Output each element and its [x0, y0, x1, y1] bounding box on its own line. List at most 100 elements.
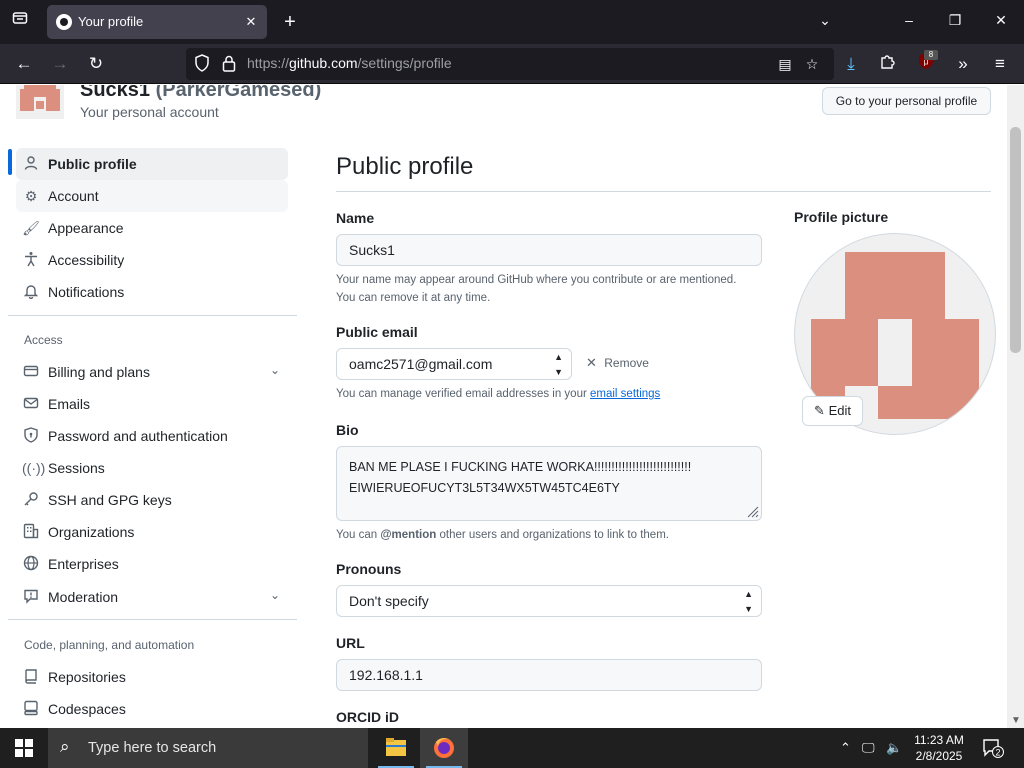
select-arrows-icon: ▲ ▼	[554, 352, 563, 377]
sidebar-item-appearance[interactable]: 🖌 Appearance	[16, 212, 288, 244]
extension-badge: 8	[924, 50, 938, 60]
sidebar-item-label: Repositories	[48, 669, 126, 685]
sidebar-divider	[8, 315, 297, 316]
sidebar-item-public-profile[interactable]: Public profile	[16, 148, 288, 180]
shield-lock-icon	[22, 427, 40, 445]
sidebar-item-label: Accessibility	[48, 252, 125, 268]
key-icon	[22, 491, 40, 509]
windows-taskbar: ⌕ Type here to search ⌃ 🖵 🔈 11:23 AM 2/8…	[0, 728, 1024, 768]
profile-picture-label: Profile picture	[794, 209, 889, 225]
name-input[interactable]: Sucks1	[336, 234, 762, 266]
bio-textarea[interactable]: BAN ME PLASE I FUCKING HATE WORKA!!!!!!!…	[336, 446, 762, 521]
tray-chevron-icon[interactable]: ⌃	[840, 740, 851, 756]
back-button[interactable]: ←	[12, 52, 36, 76]
repo-icon	[22, 668, 40, 686]
name-label: Name	[336, 210, 375, 226]
bell-icon	[22, 283, 40, 301]
more-tools-chevron-icon[interactable]: »	[951, 52, 975, 76]
email-settings-link[interactable]: email settings	[590, 388, 660, 400]
file-explorer-taskbar-icon[interactable]	[372, 728, 420, 768]
url-text[interactable]: https://github.com/settings/profile	[247, 55, 452, 71]
gear-icon: ⚙	[24, 188, 38, 204]
close-tab-icon[interactable]: ✕	[241, 12, 261, 32]
sidebar-item-emails[interactable]: Emails	[16, 388, 288, 420]
account-name[interactable]: Sucks1 (ParkerGamesed)	[80, 85, 321, 102]
new-tab-button[interactable]: +	[280, 10, 300, 34]
scroll-down-arrow-icon[interactable]: ▼	[1011, 715, 1021, 726]
downloads-icon[interactable]: ⤓	[839, 52, 863, 76]
sidebar-item-repositories[interactable]: Repositories	[16, 661, 288, 693]
tab-list-icon[interactable]	[8, 10, 32, 34]
chevron-down-icon[interactable]: ⌄	[270, 588, 280, 602]
personal-profile-button[interactable]: Go to your personal profile	[822, 87, 991, 115]
pronouns-select[interactable]: Don't specify ▲ ▼	[336, 585, 762, 617]
sidebar-item-codespaces[interactable]: Codespaces	[16, 693, 288, 725]
windows-start-icon[interactable]	[15, 739, 33, 757]
sidebar-item-account[interactable]: ⚙ Account	[16, 180, 288, 212]
reload-button[interactable]: ↻	[84, 52, 108, 76]
broadcast-icon: ((·))	[22, 460, 46, 476]
x-icon: ✕	[586, 355, 597, 370]
sidebar-item-sessions[interactable]: ((·)) Sessions	[16, 452, 288, 484]
taskbar-search-box[interactable]: ⌕ Type here to search	[48, 728, 368, 768]
bio-note: You can @mention other users and organiz…	[336, 529, 669, 541]
lock-icon[interactable]	[220, 54, 238, 74]
globe-icon	[22, 555, 40, 573]
sidebar-item-label: Public profile	[48, 156, 137, 172]
sidebar-item-password[interactable]: Password and authentication	[16, 420, 288, 452]
active-indicator	[8, 149, 12, 175]
sidebar-item-label: Organizations	[48, 524, 135, 540]
sidebar-item-label: Moderation	[48, 589, 119, 605]
notifications-icon[interactable]: 2	[982, 738, 1004, 761]
restore-button[interactable]: ❐	[945, 12, 965, 29]
system-clock[interactable]: 11:23 AM 2/8/2025	[908, 732, 970, 764]
search-icon: ⌕	[60, 737, 70, 756]
network-icon[interactable]: 🖵	[862, 740, 875, 756]
chevron-down-icon[interactable]: ⌄	[270, 363, 280, 377]
sidebar-item-label: Codespaces	[48, 701, 126, 717]
page-title: Public profile	[336, 153, 474, 180]
clock-time: 11:23 AM	[914, 733, 964, 747]
resize-grip-icon[interactable]	[745, 504, 759, 518]
sidebar-item-billing[interactable]: Billing and plans ⌄	[16, 356, 288, 388]
page-scrollbar[interactable]: ▼	[1007, 85, 1024, 728]
sidebar-item-label: SSH and GPG keys	[48, 492, 172, 508]
codespaces-icon	[22, 700, 40, 718]
tracking-shield-icon[interactable]	[193, 54, 211, 74]
sidebar-item-accessibility[interactable]: Accessibility	[16, 244, 288, 276]
sidebar-item-label: Sessions	[48, 460, 105, 476]
forward-button[interactable]: →	[48, 52, 72, 76]
address-bar[interactable]: https://github.com/settings/profile ▤ ☆	[186, 48, 834, 80]
browser-tab-active[interactable]: Your profile ✕	[47, 5, 267, 39]
sidebar-item-enterprises[interactable]: Enterprises	[16, 548, 288, 580]
account-avatar[interactable]	[16, 85, 64, 119]
sidebar-item-label: Emails	[48, 396, 91, 412]
pronouns-label: Pronouns	[336, 561, 402, 577]
pencil-icon: ✎	[814, 403, 825, 418]
url-input[interactable]: 192.168.1.1	[336, 659, 762, 691]
volume-muted-icon[interactable]: 🔈	[886, 740, 902, 756]
reader-view-icon[interactable]: ▤	[776, 54, 794, 74]
scrollbar-thumb[interactable]	[1010, 127, 1021, 353]
sidebar-item-organizations[interactable]: Organizations	[16, 516, 288, 548]
tab-title: Your profile	[78, 14, 144, 29]
bio-label: Bio	[336, 422, 359, 438]
select-arrows-icon: ▲ ▼	[744, 589, 753, 614]
sidebar-item-moderation[interactable]: Moderation ⌄	[16, 581, 288, 613]
remove-email-button[interactable]: ✕ Remove	[586, 355, 649, 371]
tab-overflow-chevron-icon[interactable]: ⌄	[815, 12, 835, 29]
firefox-taskbar-icon[interactable]	[420, 728, 468, 768]
public-email-select[interactable]: oamc2571@gmail.com ▲ ▼	[336, 348, 572, 380]
sidebar-item-ssh-gpg[interactable]: SSH and GPG keys	[16, 484, 288, 516]
title-divider	[336, 191, 991, 192]
notification-count: 2	[995, 748, 1000, 758]
minimize-button[interactable]: –	[899, 12, 919, 28]
extensions-puzzle-icon[interactable]	[876, 52, 900, 76]
sidebar-item-notifications[interactable]: Notifications	[16, 276, 288, 308]
bookmark-star-icon[interactable]: ☆	[803, 54, 821, 74]
sidebar-heading-code: Code, planning, and automation	[24, 638, 195, 652]
hamburger-menu-icon[interactable]: ≡	[988, 52, 1012, 76]
edit-avatar-button[interactable]: ✎ Edit	[802, 396, 863, 426]
accessibility-icon	[22, 251, 40, 269]
close-window-button[interactable]: ✕	[991, 12, 1011, 29]
